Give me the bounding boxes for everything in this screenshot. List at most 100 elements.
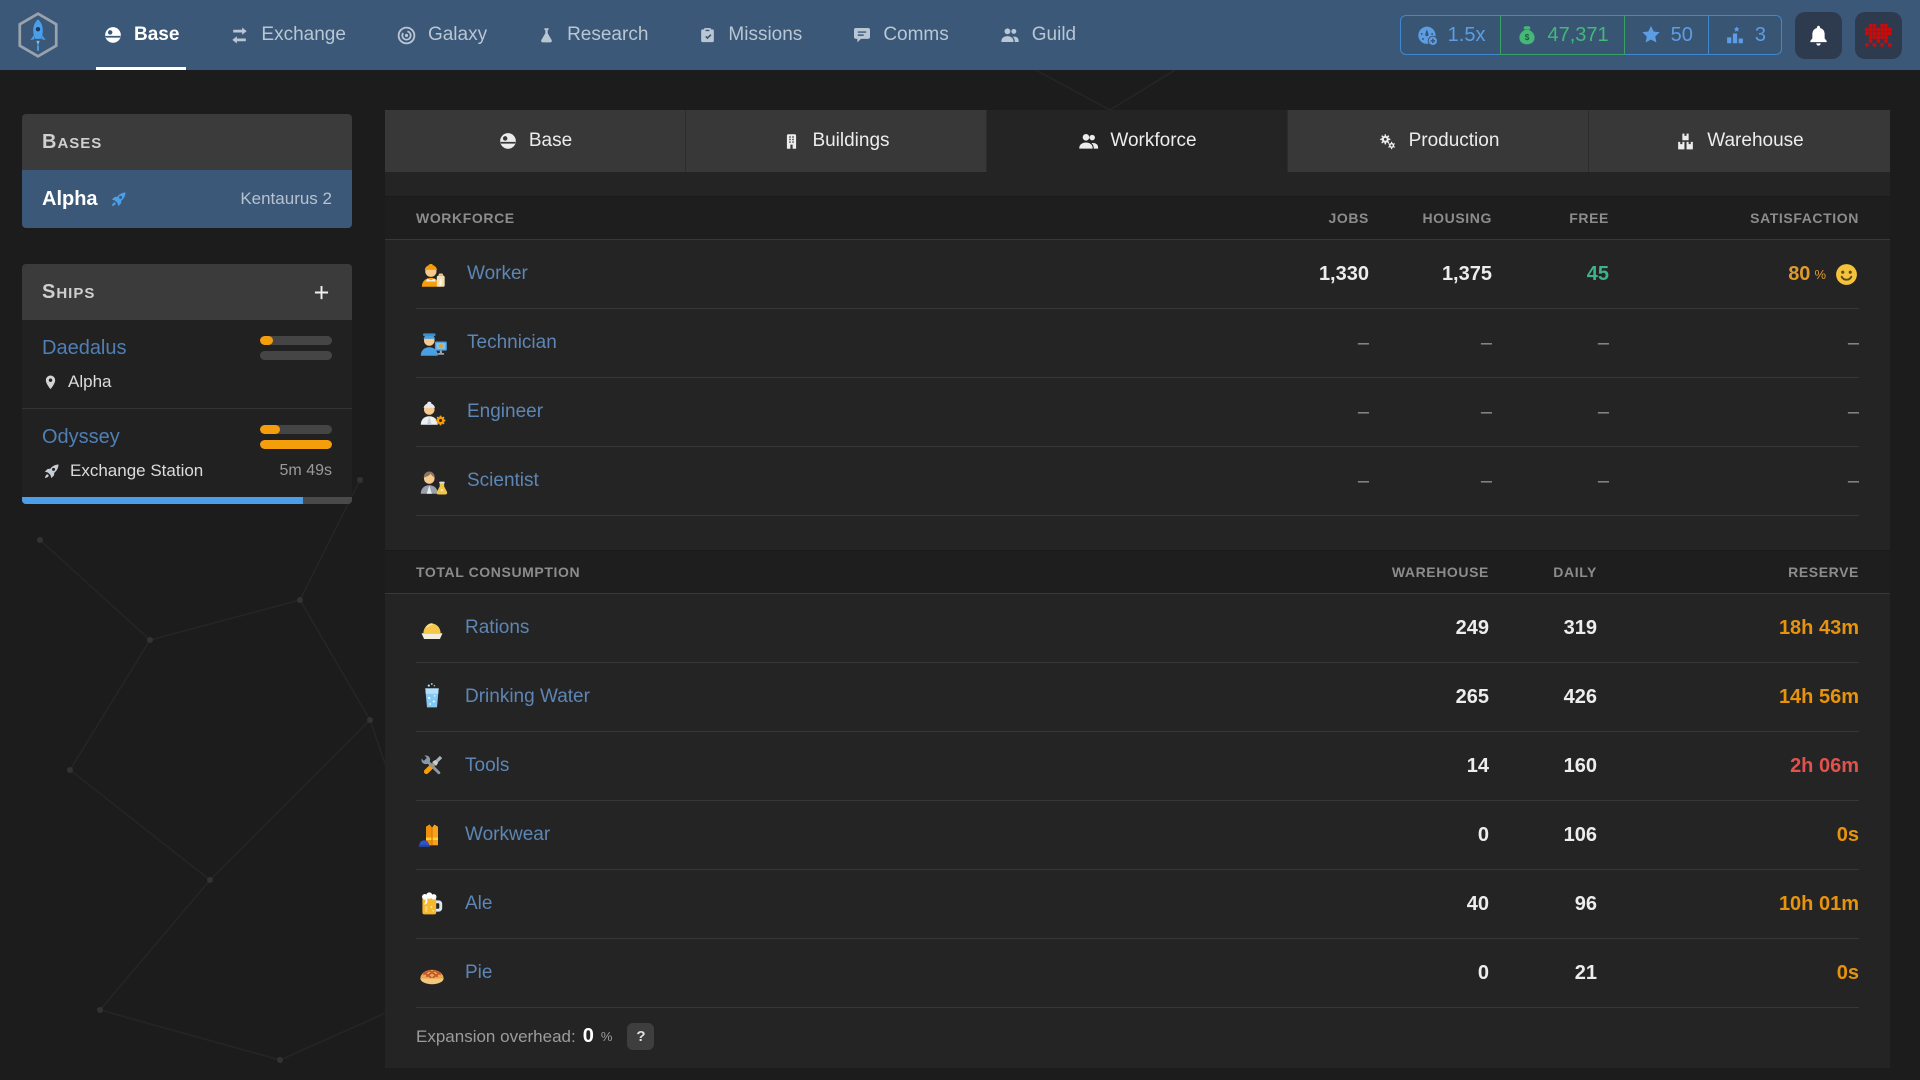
status-badges: 1.5x$47,371503 [1400, 15, 1782, 55]
help-button[interactable]: ? [627, 1023, 654, 1050]
bases-title: Bases [42, 131, 102, 154]
tab-label: Base [529, 130, 572, 152]
workwear-icon [416, 819, 448, 851]
material-link[interactable]: Drinking Water [465, 686, 590, 708]
workforce-type-link[interactable]: Scientist [467, 470, 539, 492]
sidebar-item-base-alpha[interactable]: Alpha Kentaurus 2 [22, 170, 352, 228]
status-badge-speed[interactable]: 1.5x [1400, 15, 1502, 55]
svg-text:$: $ [1525, 33, 1530, 42]
consumption-row-tools: Tools141602h 06m [416, 732, 1859, 801]
nav-item-label: Base [134, 24, 179, 46]
guild-logo-button[interactable] [1855, 12, 1902, 59]
workforce-table-body: Worker1,3301,3754580%Technician––––Engin… [385, 240, 1890, 516]
reserve-value: 18h 43m [1597, 617, 1859, 640]
money-bag-icon: $ [1516, 24, 1538, 46]
consumption-table-body: Rations 24931918h 43m Drinking Water265426… [385, 594, 1890, 1008]
nav-item-base[interactable]: Base [78, 0, 204, 70]
material-link[interactable]: Ale [465, 893, 492, 915]
travel-progress-bar [22, 497, 352, 504]
material-link[interactable]: Workwear [465, 824, 550, 846]
rocket-icon [109, 190, 128, 209]
location-pin-icon [42, 374, 59, 391]
tab-label: Production [1409, 130, 1500, 152]
notifications-button[interactable] [1795, 12, 1842, 59]
workforce-jobs-value: – [1229, 401, 1369, 424]
top-navbar: Base Exchange GalaxyResearch Missions Comms G… [0, 0, 1920, 70]
reserve-value: 10h 01m [1597, 893, 1859, 916]
ship-name-link[interactable]: Daedalus [42, 337, 127, 360]
daily-value: 96 [1489, 893, 1597, 916]
sidebar: Bases Alpha Kentaurus 2 Ships Daedalus [22, 114, 352, 504]
expansion-overhead-label: Expansion overhead: [416, 1027, 576, 1047]
warehouse-value: 0 [1349, 962, 1489, 985]
galaxy-icon [396, 25, 417, 46]
workforce-housing-value: – [1369, 470, 1492, 493]
tab-buildings[interactable]: Buildings [686, 110, 987, 172]
nav-item-label: Comms [883, 24, 948, 46]
tab-base[interactable]: Base [385, 110, 686, 172]
nav-item-label: Guild [1032, 24, 1076, 46]
consumption-row-pie: Pie0210s [416, 939, 1859, 1008]
workforce-title: WORKFORCE [416, 210, 1229, 226]
workforce-housing-value: 1,375 [1369, 263, 1492, 286]
technician-icon [416, 326, 450, 360]
nav-item-exchange[interactable]: Exchange [204, 0, 371, 70]
daily-value: 319 [1489, 617, 1597, 640]
bases-panel: Bases Alpha Kentaurus 2 [22, 114, 352, 228]
consumption-name-cell: Pie [416, 957, 1349, 989]
workforce-free-value: – [1492, 332, 1609, 355]
col-reserve: RESERVE [1597, 564, 1859, 580]
fuel-gauge [260, 425, 332, 434]
nav-item-missions[interactable]: Missions [673, 0, 827, 70]
warehouse-value: 249 [1349, 617, 1489, 640]
warehouse-value: 40 [1349, 893, 1489, 916]
water-icon [416, 681, 448, 713]
tab-production[interactable]: Production [1288, 110, 1589, 172]
app-logo-rocket-hexagon-icon[interactable] [12, 7, 64, 63]
reserve-value: 14h 56m [1597, 686, 1859, 709]
consumption-row-workwear: Workwear01060s [416, 801, 1859, 870]
ship-destination: Exchange Station [70, 461, 203, 481]
base-name: Alpha [42, 188, 98, 211]
workforce-type-link[interactable]: Worker [467, 263, 528, 285]
guild-icon [999, 24, 1021, 46]
workforce-type-link[interactable]: Engineer [467, 401, 543, 423]
workforce-name-cell: Engineer [416, 395, 1229, 429]
rocket-logo-icon [13, 10, 63, 60]
nav-item-galaxy[interactable]: Galaxy [371, 0, 512, 70]
guild-logo-pixel-icon [1865, 24, 1892, 47]
material-link[interactable]: Pie [465, 962, 492, 984]
workforce-type-link[interactable]: Technician [467, 332, 557, 354]
nav-item-label: Missions [728, 24, 802, 46]
ships-panel-header: Ships [22, 264, 352, 320]
tab-warehouse[interactable]: Warehouse [1589, 110, 1890, 172]
consumption-row-drinking-water: Drinking Water26542614h 56m [416, 663, 1859, 732]
satisfaction-dash: – [1848, 401, 1859, 424]
expansion-overhead-unit: % [601, 1029, 613, 1044]
daily-value: 160 [1489, 755, 1597, 778]
material-link[interactable]: Tools [465, 755, 509, 777]
nav-item-research[interactable]: Research [512, 0, 673, 70]
col-housing: HOUSING [1369, 210, 1492, 226]
tab-workforce[interactable]: Workforce [987, 110, 1288, 172]
satisfaction-value: 80 [1788, 263, 1810, 286]
material-link[interactable]: Rations [465, 617, 529, 639]
rank-icon [1724, 24, 1746, 46]
col-satisfaction: SATISFACTION [1609, 210, 1859, 226]
nav-item-guild[interactable]: Guild [974, 0, 1101, 70]
status-badge-rank[interactable]: 3 [1708, 15, 1782, 55]
consumption-table-header: TOTAL CONSUMPTION WAREHOUSE DAILY RESERV… [385, 550, 1890, 594]
nav-item-label: Exchange [261, 24, 346, 46]
nav-item-comms[interactable]: Comms [827, 0, 973, 70]
workforce-housing-value: – [1369, 332, 1492, 355]
ship-name-link[interactable]: Odyssey [42, 426, 120, 449]
satisfaction-dash: – [1848, 470, 1859, 493]
research-icon [537, 26, 556, 45]
add-ship-button[interactable] [311, 282, 332, 303]
daily-value: 21 [1489, 962, 1597, 985]
expansion-overhead-value: 0 [583, 1025, 594, 1048]
ship-item-daedalus: Daedalus Alpha [22, 320, 352, 408]
status-badge-credits[interactable]: $47,371 [1500, 15, 1624, 55]
status-badge-level[interactable]: 50 [1624, 15, 1709, 55]
consumption-name-cell: Ale [416, 888, 1349, 920]
